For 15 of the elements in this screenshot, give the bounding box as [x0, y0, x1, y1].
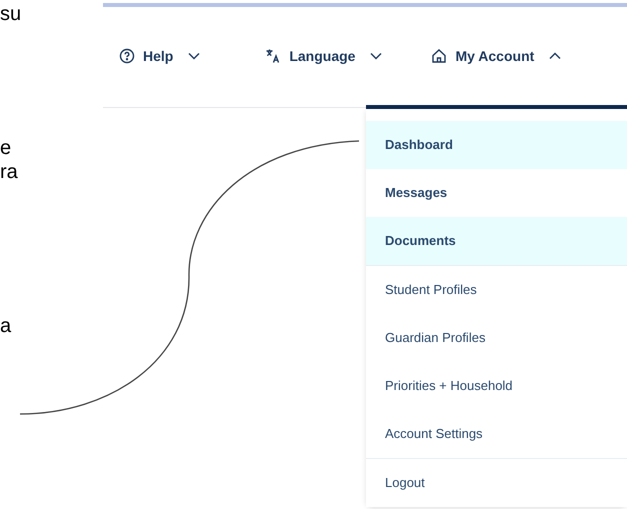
menu-item[interactable]: Student Profiles	[366, 266, 627, 314]
menu-item[interactable]: Priorities + Household	[366, 362, 627, 410]
menu-item[interactable]: Documents	[366, 217, 627, 265]
nav-menu-button[interactable]: My Account	[431, 46, 562, 66]
menu-item[interactable]: Messages	[366, 169, 627, 217]
slide-text: su	[0, 2, 22, 26]
menu-item[interactable]: Logout	[366, 459, 627, 507]
slide-text: ra	[0, 160, 18, 184]
menu-item[interactable]: Guardian Profiles	[366, 314, 627, 362]
nav-menu-button[interactable]: Help	[119, 46, 202, 66]
menu-item[interactable]: Account Settings	[366, 410, 627, 458]
slide-text: e	[0, 136, 12, 160]
nav-menu-button[interactable]: Language	[265, 46, 384, 66]
menu-item[interactable]: Dashboard	[366, 121, 627, 169]
slide-text: a	[0, 314, 12, 338]
